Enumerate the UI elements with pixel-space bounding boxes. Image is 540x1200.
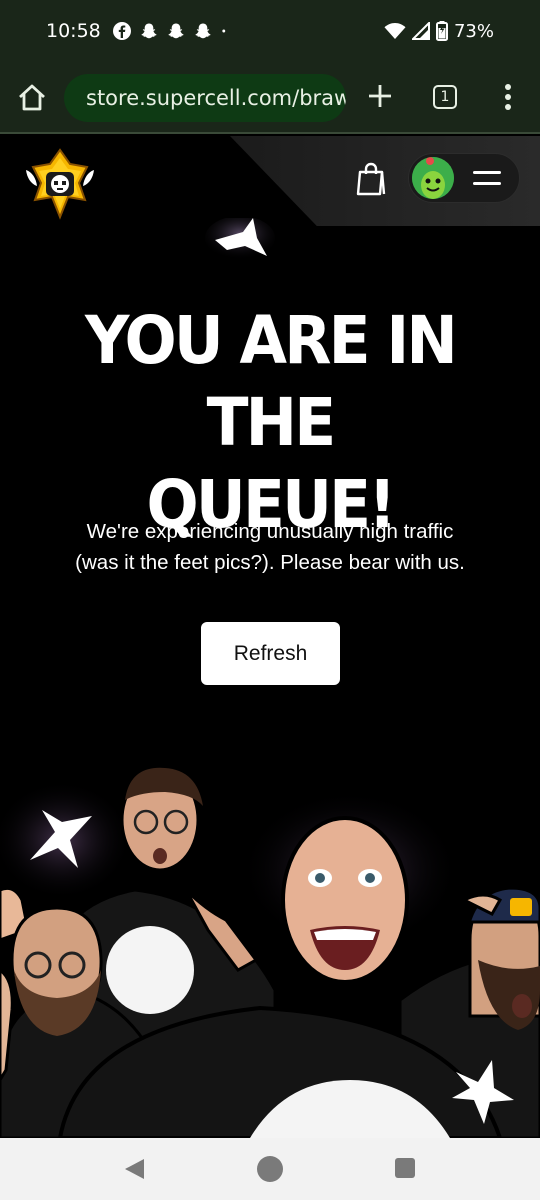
notification-icons xyxy=(112,22,231,40)
status-time: 10:58 xyxy=(46,20,101,42)
account-menu-button[interactable] xyxy=(408,153,520,203)
new-tab-icon[interactable] xyxy=(366,82,394,110)
tab-switcher-button[interactable]: 1 xyxy=(433,85,457,109)
message-line-1: We're experiencing unusually high traffi… xyxy=(86,520,454,543)
refresh-button[interactable]: Refresh xyxy=(201,622,340,685)
shopping-bag-icon[interactable] xyxy=(354,162,388,196)
signal-icon xyxy=(411,22,430,40)
back-icon[interactable] xyxy=(122,1157,146,1181)
queue-message: We're experiencing unusually high traffi… xyxy=(30,516,510,578)
avatar xyxy=(412,157,454,199)
team-photo-illustration xyxy=(0,767,540,1138)
snapchat-icon xyxy=(168,23,184,39)
recents-button[interactable] xyxy=(395,1158,415,1178)
battery-percent: 73% xyxy=(453,20,494,42)
wifi-icon xyxy=(384,23,406,39)
site-header xyxy=(0,136,540,226)
spike-avatar-icon xyxy=(412,157,454,199)
message-line-2: (was it the feet pics?). Please bear wit… xyxy=(75,551,465,574)
home-button[interactable] xyxy=(257,1156,283,1182)
hamburger-icon[interactable] xyxy=(471,168,503,188)
page-title: YOU ARE IN THE QUEUE! xyxy=(19,300,521,546)
url-text: store.supercell.com/brawlstars xyxy=(86,86,346,110)
status-bar: 10:58 73% xyxy=(0,0,540,62)
android-nav-bar xyxy=(0,1138,540,1200)
battery-icon xyxy=(435,21,448,41)
star-decoration-icon xyxy=(205,218,275,260)
address-bar[interactable]: store.supercell.com/brawlstars xyxy=(64,74,346,122)
browser-toolbar: store.supercell.com/brawlstars 1 xyxy=(0,62,540,134)
title-line-1: YOU ARE IN THE xyxy=(84,302,458,461)
brawl-stars-logo[interactable] xyxy=(22,148,98,220)
dot-icon xyxy=(222,29,225,33)
more-menu-icon[interactable] xyxy=(500,82,516,112)
snapchat-icon xyxy=(141,23,157,39)
facebook-icon xyxy=(112,22,131,40)
home-icon[interactable] xyxy=(16,82,48,114)
system-status: 73% xyxy=(384,21,494,42)
snapchat-icon xyxy=(195,23,211,39)
